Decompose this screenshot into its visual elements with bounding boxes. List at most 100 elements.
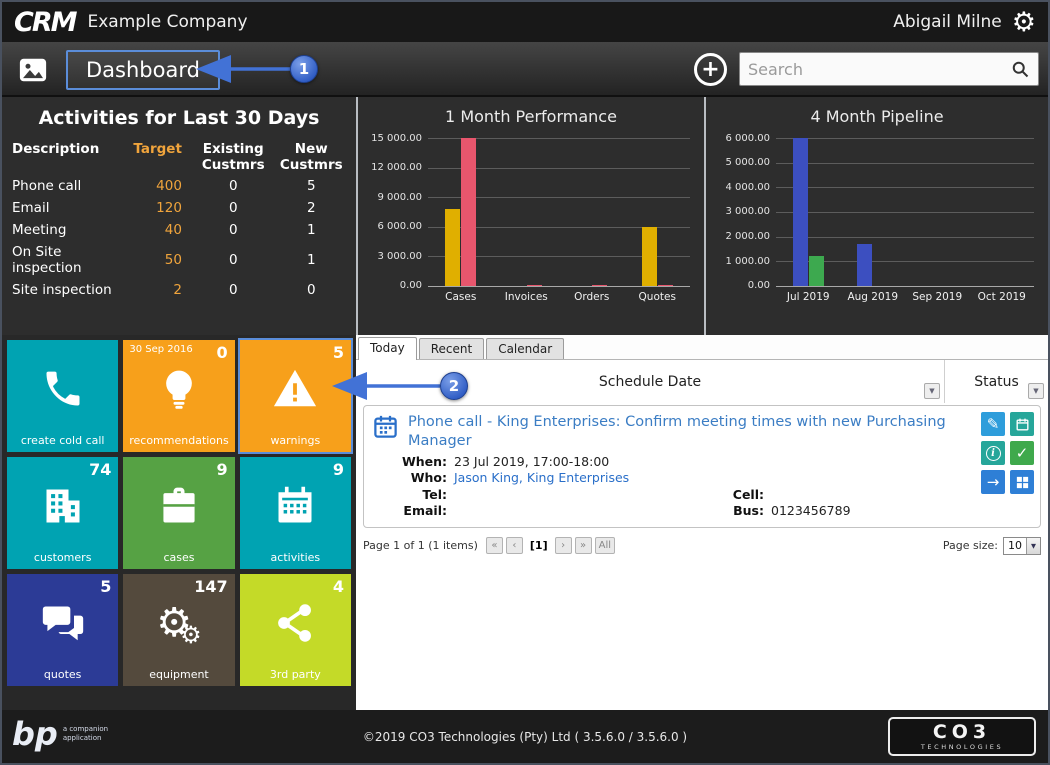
tile-count: 5 [100,577,112,596]
x-axis-labels: Cases Invoices Orders Quotes [445,291,676,303]
tile-3rd-party[interactable]: 4 3rd party [239,574,351,686]
search-input[interactable] [748,59,1010,79]
chevron-down-icon: ▼ [1026,537,1040,554]
pagination-buttons: «‹ [1] ›» All [485,537,616,555]
settings-gear-icon[interactable]: ⚙ [1012,9,1036,36]
copyright-text: ©2019 CO3 Technologies (Pty) Ltd ( 3.5.6… [362,729,688,744]
tile-warnings[interactable]: 5 warnings [237,338,354,454]
y-axis-labels: 6 000.00 5 000.00 4 000.00 3 000.00 2 000.00… [725,132,770,292]
chat-bubbles-icon [41,601,85,645]
crm-logo: CRM [14,6,78,38]
add-button[interactable]: + [694,53,727,86]
tile-label: quotes [43,668,82,681]
lightbulb-icon [157,367,201,411]
page-size-select[interactable]: 10 ▼ [1003,536,1041,555]
page-button[interactable]: › [554,537,572,555]
tab-calendar[interactable]: Calendar [486,338,565,359]
tile-label: equipment [149,668,209,681]
bar-invoices [526,284,542,286]
tile-count: 4 [332,577,344,596]
activities-row: Meeting 40 0 1 [12,222,316,238]
activities-row: Email 120 0 2 [12,200,316,216]
tile-create-cold-call[interactable]: create cold call [7,340,119,452]
tile-cases[interactable]: 9 cases [123,457,235,569]
tile-grid: create cold call 30 Sep 2016 0 recommend… [2,335,356,710]
who-link[interactable]: Jason King, King Enterprises [454,470,629,487]
tile-equipment[interactable]: 147 ⚙ ⚙ equipment [123,574,235,686]
bar-jul-2019 [792,138,808,286]
column-new-custmrs: New Custmrs [279,141,343,173]
tel-label: Tel: [422,486,447,502]
activities-table: Description Target Existing Custmrs New … [10,139,348,301]
company-name: Example Company [87,12,248,32]
schedule-date-header: Schedule Date [598,373,702,390]
pipeline-chart: 4 Month Pipeline 6 000.00 5 000.00 4 000.0… [704,97,1048,335]
tab-recent[interactable]: Recent [418,338,485,359]
bar-orders [592,284,608,286]
y-axis-labels: 15 000.00 12 000.00 9 000.00 6 000.00 3 000.… [371,132,422,292]
info-icon: i [985,445,1001,461]
item-action-buttons: ✎ i ✓ → [981,412,1034,494]
grid-button[interactable] [1010,470,1034,494]
tile-count: 9 [216,460,228,479]
photo-icon [19,58,47,82]
tile-quotes[interactable]: 5 quotes [7,574,119,686]
app-window: CRM Example Company Abigail Milne ⚙ Dash… [0,0,1050,765]
bar-cases [461,138,477,286]
calendar-icon [1016,418,1028,430]
page-button[interactable]: [1] [526,537,552,554]
tile-recommendations[interactable]: 30 Sep 2016 0 recommendations [123,340,235,452]
tile-label: warnings [270,434,321,447]
bar-jul-2019 [808,256,824,286]
activities-title: Activities for Last 30 Days [38,107,320,129]
email-label: Email: [403,503,447,519]
calendar-button[interactable] [1010,412,1034,436]
bus-value: 0123456789 [771,503,851,519]
page-button[interactable]: All [594,537,616,555]
activities-row: On Site inspection 50 0 1 [12,244,316,276]
edit-button[interactable]: ✎ [981,412,1005,436]
tile-activities[interactable]: 9 activities [239,457,351,569]
go-button[interactable]: → [981,470,1005,494]
dashboard-button[interactable]: Dashboard [66,50,220,90]
status-filter-button[interactable]: ▼ [1028,383,1044,399]
schedule-item[interactable]: Phone call - King Enterprises: Confirm m… [363,405,1041,528]
page-button[interactable]: » [574,537,592,555]
search-icon[interactable] [1010,59,1030,79]
activities-panel: Activities for Last 30 Days Description … [2,97,356,335]
footer: bp a companion application ©2019 CO3 Tec… [2,710,1048,763]
bar-aug-2019 [857,244,873,286]
tile-count: 9 [332,460,344,479]
bar-quotes [657,284,673,286]
x-axis-labels: Jul 2019 Aug 2019 Sep 2019 Oct 2019 [786,291,1026,303]
bar-quotes [641,226,657,286]
schedule-item-title[interactable]: Phone call - King Enterprises: Confirm m… [408,413,956,451]
performance-chart: 1 Month Performance 15 000.00 12 000.00 9 … [356,97,704,335]
tile-count: 0 [216,343,228,362]
info-button[interactable]: i [981,441,1005,465]
page-size-label: Page size: [942,539,998,553]
chart-title: 4 Month Pipeline [810,107,944,126]
page-button[interactable]: « [485,537,503,555]
page-summary: Page 1 of 1 (1 items) [363,539,478,553]
warning-icon [272,366,318,412]
page-button[interactable]: ‹ [505,537,523,555]
complete-button[interactable]: ✓ [1010,441,1034,465]
who-label: Who: [410,470,447,486]
nav-bar: Dashboard + [2,42,1048,97]
image-button[interactable] [14,54,52,86]
activities-table-body: Phone call 400 0 5 Email 120 0 2 Meeting 40 0 1 On S… [10,175,348,301]
tab-today[interactable]: Today [358,337,417,360]
grid-icon [1016,476,1028,488]
pagination: Page 1 of 1 (1 items) «‹ [1] ›» All Page si… [363,536,1041,555]
tile-label: recommendations [129,434,229,447]
schedule-date-filter-button[interactable]: ▼ [924,383,940,399]
tile-customers[interactable]: 74 customers [7,457,119,569]
top-bar: CRM Example Company Abigail Milne ⚙ [2,2,1048,42]
check-icon: ✓ [1015,444,1029,462]
user-name: Abigail Milne [893,12,1002,32]
bar-cases [445,209,461,286]
column-existing-custmrs: Existing Custmrs [201,141,265,173]
tile-label: activities [270,551,321,564]
activities-row: Phone call 400 0 5 [12,178,316,194]
